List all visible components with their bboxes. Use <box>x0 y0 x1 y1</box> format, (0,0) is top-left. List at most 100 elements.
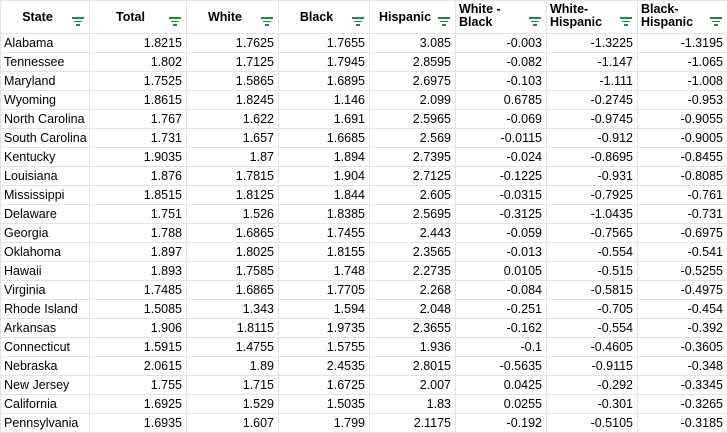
state-name-cell[interactable]: Wyoming <box>1 91 90 110</box>
value-cell[interactable]: 1.894 <box>279 148 370 167</box>
value-cell[interactable]: 2.1175 <box>370 414 456 433</box>
value-cell[interactable]: 1.5865 <box>187 72 279 91</box>
value-cell[interactable]: -1.065 <box>638 53 727 72</box>
value-cell[interactable]: 1.6865 <box>187 281 279 300</box>
filter-icon[interactable] <box>620 17 632 26</box>
value-cell[interactable]: 2.4535 <box>279 357 370 376</box>
column-header[interactable]: Black- Hispanic <box>638 1 727 34</box>
value-cell[interactable]: -0.5815 <box>547 281 638 300</box>
value-cell[interactable]: 1.87 <box>187 148 279 167</box>
value-cell[interactable]: -0.0315 <box>456 186 547 205</box>
value-cell[interactable]: -1.3225 <box>547 34 638 53</box>
value-cell[interactable]: 1.146 <box>279 91 370 110</box>
value-cell[interactable]: 1.7585 <box>187 262 279 281</box>
value-cell[interactable]: 1.5915 <box>90 338 187 357</box>
value-cell[interactable]: -0.013 <box>456 243 547 262</box>
value-cell[interactable]: 1.788 <box>90 224 187 243</box>
value-cell[interactable]: 1.9035 <box>90 148 187 167</box>
value-cell[interactable]: 1.5755 <box>279 338 370 357</box>
value-cell[interactable]: -0.059 <box>456 224 547 243</box>
value-cell[interactable]: 1.89 <box>187 357 279 376</box>
value-cell[interactable]: -0.9055 <box>638 110 727 129</box>
value-cell[interactable]: 1.844 <box>279 186 370 205</box>
value-cell[interactable]: 2.7395 <box>370 148 456 167</box>
value-cell[interactable]: 1.7455 <box>279 224 370 243</box>
value-cell[interactable]: 1.4755 <box>187 338 279 357</box>
value-cell[interactable]: 2.7125 <box>370 167 456 186</box>
value-cell[interactable]: 1.343 <box>187 300 279 319</box>
value-cell[interactable]: 1.529 <box>187 395 279 414</box>
value-cell[interactable]: -0.1 <box>456 338 547 357</box>
filter-icon[interactable] <box>529 17 541 26</box>
value-cell[interactable]: 2.2735 <box>370 262 456 281</box>
value-cell[interactable]: 1.622 <box>187 110 279 129</box>
value-cell[interactable]: 1.7705 <box>279 281 370 300</box>
value-cell[interactable]: -0.1225 <box>456 167 547 186</box>
value-cell[interactable]: 1.607 <box>187 414 279 433</box>
value-cell[interactable]: -0.761 <box>638 186 727 205</box>
value-cell[interactable]: -0.8085 <box>638 167 727 186</box>
value-cell[interactable]: 1.8155 <box>279 243 370 262</box>
value-cell[interactable]: 0.6785 <box>456 91 547 110</box>
state-name-cell[interactable]: Nebraska <box>1 357 90 376</box>
value-cell[interactable]: 1.8125 <box>187 186 279 205</box>
value-cell[interactable]: 1.6895 <box>279 72 370 91</box>
value-cell[interactable]: -0.912 <box>547 129 638 148</box>
state-name-cell[interactable]: Arkansas <box>1 319 90 338</box>
value-cell[interactable]: 1.6935 <box>90 414 187 433</box>
state-name-cell[interactable]: Pennsylvania <box>1 414 90 433</box>
value-cell[interactable]: -0.162 <box>456 319 547 338</box>
value-cell[interactable]: -0.392 <box>638 319 727 338</box>
column-header[interactable]: White <box>187 1 279 34</box>
value-cell[interactable]: -0.554 <box>547 319 638 338</box>
value-cell[interactable]: 2.007 <box>370 376 456 395</box>
value-cell[interactable]: -0.541 <box>638 243 727 262</box>
value-cell[interactable]: 1.7655 <box>279 34 370 53</box>
value-cell[interactable]: -0.084 <box>456 281 547 300</box>
value-cell[interactable]: -0.9745 <box>547 110 638 129</box>
value-cell[interactable]: -0.192 <box>456 414 547 433</box>
value-cell[interactable]: -0.251 <box>456 300 547 319</box>
column-header[interactable]: White- Hispanic <box>547 1 638 34</box>
value-cell[interactable]: 1.7485 <box>90 281 187 300</box>
value-cell[interactable]: 1.904 <box>279 167 370 186</box>
value-cell[interactable]: 1.6725 <box>279 376 370 395</box>
value-cell[interactable]: -0.5255 <box>638 262 727 281</box>
value-cell[interactable]: 1.8215 <box>90 34 187 53</box>
value-cell[interactable]: 3.085 <box>370 34 456 53</box>
filter-icon[interactable] <box>438 17 450 26</box>
value-cell[interactable]: 1.8615 <box>90 91 187 110</box>
value-cell[interactable]: -0.7925 <box>547 186 638 205</box>
value-cell[interactable]: -0.931 <box>547 167 638 186</box>
value-cell[interactable]: 1.751 <box>90 205 187 224</box>
value-cell[interactable]: 0.0105 <box>456 262 547 281</box>
value-cell[interactable]: 1.6925 <box>90 395 187 414</box>
value-cell[interactable]: -0.2745 <box>547 91 638 110</box>
state-name-cell[interactable]: Mississippi <box>1 186 90 205</box>
value-cell[interactable]: -0.9115 <box>547 357 638 376</box>
state-name-cell[interactable]: New Jersey <box>1 376 90 395</box>
value-cell[interactable]: 1.691 <box>279 110 370 129</box>
value-cell[interactable]: 2.268 <box>370 281 456 300</box>
value-cell[interactable]: -0.4975 <box>638 281 727 300</box>
value-cell[interactable]: 1.5035 <box>279 395 370 414</box>
value-cell[interactable]: 2.099 <box>370 91 456 110</box>
value-cell[interactable]: 2.443 <box>370 224 456 243</box>
value-cell[interactable]: 1.755 <box>90 376 187 395</box>
state-name-cell[interactable]: Kentucky <box>1 148 90 167</box>
value-cell[interactable]: -0.6975 <box>638 224 727 243</box>
value-cell[interactable]: -0.069 <box>456 110 547 129</box>
value-cell[interactable]: -0.3265 <box>638 395 727 414</box>
value-cell[interactable]: -0.953 <box>638 91 727 110</box>
value-cell[interactable]: -0.3605 <box>638 338 727 357</box>
value-cell[interactable]: 1.657 <box>187 129 279 148</box>
filter-icon[interactable] <box>261 17 273 26</box>
value-cell[interactable]: 2.569 <box>370 129 456 148</box>
value-cell[interactable]: -0.3125 <box>456 205 547 224</box>
value-cell[interactable]: 2.8595 <box>370 53 456 72</box>
value-cell[interactable]: -0.5105 <box>547 414 638 433</box>
value-cell[interactable]: 1.7945 <box>279 53 370 72</box>
value-cell[interactable]: 1.83 <box>370 395 456 414</box>
value-cell[interactable]: -1.147 <box>547 53 638 72</box>
state-name-cell[interactable]: Alabama <box>1 34 90 53</box>
